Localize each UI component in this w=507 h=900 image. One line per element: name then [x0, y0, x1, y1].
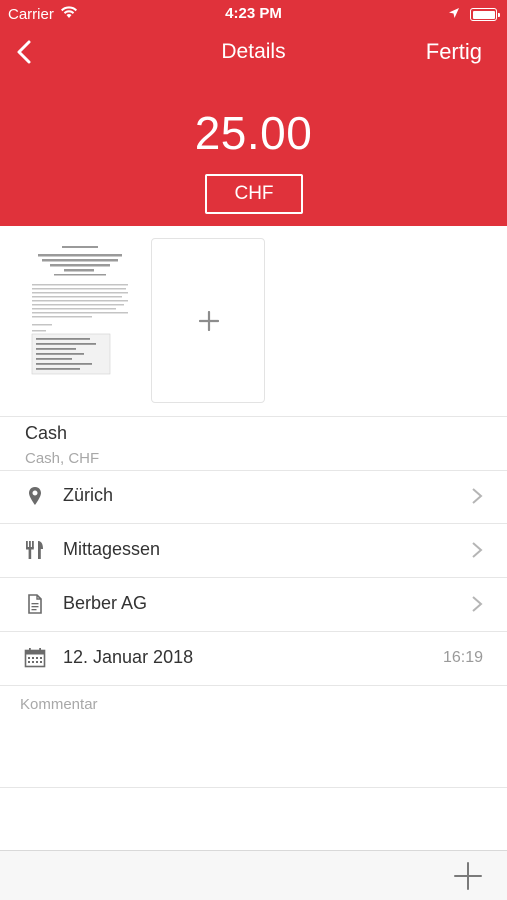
bottom-toolbar	[0, 850, 507, 900]
receipt-thumbnail[interactable]	[24, 240, 136, 388]
add-button[interactable]	[453, 861, 483, 891]
add-photo-button[interactable]	[151, 238, 265, 403]
receipt-image-icon	[24, 240, 136, 388]
chevron-right-icon	[472, 488, 483, 504]
date-label: 12. Januar 2018	[63, 647, 194, 667]
location-row[interactable]: Zürich	[0, 470, 507, 523]
payment-title: Cash	[25, 423, 68, 443]
nav-bar: Details Fertig	[0, 28, 507, 76]
chevron-right-icon	[472, 542, 483, 558]
time-value: 16:19	[442, 649, 483, 666]
location-pin-icon	[29, 487, 41, 505]
comment-field[interactable]: Kommentar	[20, 696, 490, 776]
receipt-photos	[0, 226, 507, 416]
payment-method[interactable]: Cash Cash, CHF	[0, 416, 507, 470]
done-button[interactable]: Fertig	[426, 39, 482, 65]
status-time: 4:23 PM	[225, 5, 282, 22]
date-row[interactable]: 12. Januar 2018 16:19	[0, 632, 507, 685]
location-label: Zürich	[63, 485, 114, 505]
calendar-icon	[24, 648, 46, 668]
divider	[0, 787, 507, 788]
chevron-right-icon	[472, 596, 483, 612]
header: Carrier 4:23 PM Details Fertig 25.00 CHF	[0, 0, 507, 226]
category-label: Mittagessen	[63, 539, 161, 559]
fork-knife-icon	[26, 541, 43, 559]
divider	[0, 685, 507, 686]
category-row[interactable]: Mittagessen	[0, 524, 507, 577]
amount-value[interactable]: 25.00	[0, 106, 507, 160]
location-arrow-icon	[448, 6, 460, 23]
battery-icon	[470, 8, 500, 21]
plus-icon	[199, 311, 219, 331]
status-bar: Carrier 4:23 PM	[0, 0, 507, 28]
payment-subtitle: Cash, CHF	[25, 450, 100, 467]
vendor-label: Berber AG	[63, 593, 148, 613]
vendor-row[interactable]: Berber AG	[0, 578, 507, 631]
plus-icon	[454, 862, 482, 890]
document-icon	[28, 594, 42, 614]
currency-button[interactable]: CHF	[205, 174, 303, 214]
